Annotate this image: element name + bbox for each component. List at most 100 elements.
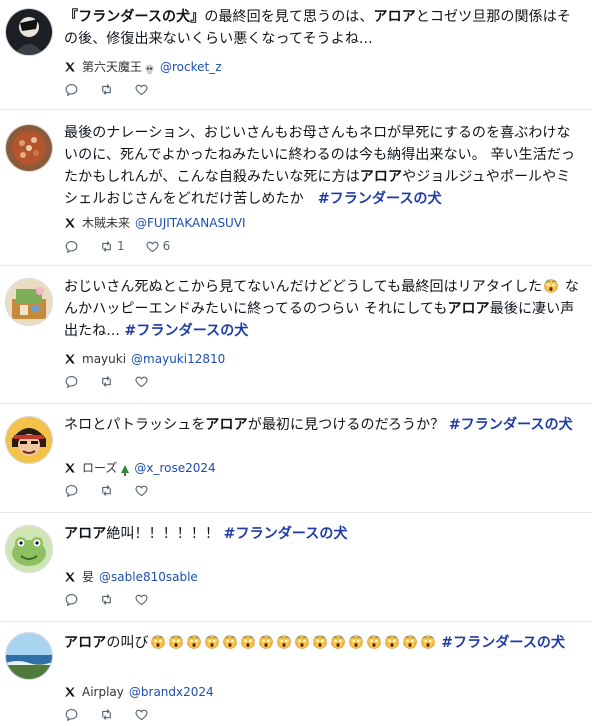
post-author[interactable]: mayuki @mayuki12810 xyxy=(64,350,225,368)
post-item[interactable]: ネロとパトラッシュをアロアが最初に見つけるのだろうか？ #フランダースの犬 ロー… xyxy=(0,404,592,512)
repost-icon xyxy=(99,707,114,722)
highlighted-text: アロア xyxy=(64,635,107,651)
screaming-face-emoji-icon xyxy=(168,635,183,649)
reply-button[interactable] xyxy=(64,374,79,389)
repost-button[interactable] xyxy=(99,707,114,722)
like-button[interactable] xyxy=(134,82,149,97)
author-handle[interactable]: @brandx2024 xyxy=(129,683,214,701)
post-author[interactable]: 第六天魔王 @rocket_z xyxy=(64,58,222,76)
screaming-face-emoji-icon xyxy=(204,635,219,649)
author-name: mayuki xyxy=(82,352,127,366)
avatar[interactable] xyxy=(5,416,53,464)
x-logo-icon xyxy=(64,462,76,474)
hashtag-link[interactable]: #フランダースの犬 xyxy=(449,417,573,433)
highlighted-text: アロア xyxy=(373,9,416,25)
x-logo-icon xyxy=(64,217,76,229)
like-button[interactable] xyxy=(134,707,149,722)
reply-button[interactable] xyxy=(64,82,79,97)
heart-icon xyxy=(134,374,149,389)
avatar[interactable] xyxy=(5,632,53,680)
screaming-face-emoji-icon xyxy=(222,635,237,649)
hashtag-link[interactable]: #フランダースの犬 xyxy=(441,635,565,651)
heart-icon xyxy=(134,707,149,722)
like-button[interactable] xyxy=(134,483,149,498)
heart-icon xyxy=(134,82,149,97)
repost-button[interactable] xyxy=(99,374,114,389)
post-author[interactable]: 木賊未来 @FUJITAKANASUVI xyxy=(64,214,246,232)
reply-button[interactable] xyxy=(64,239,79,254)
repost-icon xyxy=(99,374,114,389)
heart-icon xyxy=(145,239,160,254)
reply-button[interactable] xyxy=(64,592,79,607)
screaming-face-emoji-icon xyxy=(312,635,327,649)
highlighted-text: 『フランダースの犬』 xyxy=(64,9,205,25)
post-text: 最後のナレーション、おじいさんもお母さんもネロが早死にするのを喜ぶわけないのに、… xyxy=(64,122,584,210)
hashtag-link[interactable]: #フランダースの犬 xyxy=(125,323,249,339)
avatar[interactable] xyxy=(5,124,53,172)
post-author[interactable]: Airplay @brandx2024 xyxy=(64,683,214,701)
screaming-face-emoji-icon xyxy=(402,635,417,649)
avatar[interactable] xyxy=(5,8,53,56)
author-handle[interactable]: @FUJITAKANASUVI xyxy=(135,214,246,232)
repost-button[interactable] xyxy=(99,483,114,498)
post-item[interactable]: 最後のナレーション、おじいさんもお母さんもネロが早死にするのを喜ぶわけないのに、… xyxy=(0,110,592,264)
author-handle[interactable]: @x_rose2024 xyxy=(134,459,215,477)
text-segment: おじいさん死ぬとこから見てないんだけどどうしても最終回はリアタイした xyxy=(64,279,543,295)
screaming-face-emoji-icon xyxy=(544,279,559,293)
text-segment: の叫び xyxy=(106,635,149,651)
reply-button[interactable] xyxy=(64,707,79,722)
author-name: Airplay xyxy=(82,685,124,699)
x-logo-icon xyxy=(64,353,76,365)
hashtag-link[interactable]: #フランダースの犬 xyxy=(224,526,348,542)
repost-count: 1 xyxy=(117,239,125,253)
post-item[interactable]: 『フランダースの犬』の最終回を見て思うのは、アロアとコゼツ旦那の関係はその後、修… xyxy=(0,0,592,108)
reply-icon xyxy=(64,592,79,607)
author-handle[interactable]: @mayuki12810 xyxy=(131,350,225,368)
like-count: 6 xyxy=(162,239,171,253)
author-name: 木賊未来 xyxy=(82,216,131,230)
screaming-face-emoji-icon xyxy=(276,635,291,649)
screaming-face-emoji-icon xyxy=(150,635,165,649)
reply-icon xyxy=(64,483,79,498)
x-logo-icon xyxy=(64,686,76,698)
reply-icon xyxy=(64,374,79,389)
reply-button[interactable] xyxy=(64,483,79,498)
like-button[interactable] xyxy=(134,592,149,607)
repost-icon xyxy=(99,592,114,607)
post-item[interactable]: アロア絶叫！！！！！！ #フランダースの犬 妟 @sable810sable xyxy=(0,513,592,621)
post-author[interactable]: 妟 @sable810sable xyxy=(64,568,198,586)
avatar[interactable] xyxy=(5,525,53,573)
like-button[interactable]: 6 xyxy=(145,239,171,254)
like-button[interactable] xyxy=(134,374,149,389)
post-text: アロアの叫び #フランダースの犬 xyxy=(64,632,584,654)
repost-icon xyxy=(99,239,114,254)
repost-icon xyxy=(99,82,114,97)
screaming-face-emoji-icon xyxy=(420,635,435,649)
hashtag-link[interactable]: #フランダースの犬 xyxy=(318,191,442,207)
screaming-face-emoji-icon xyxy=(294,635,309,649)
repost-button[interactable] xyxy=(99,592,114,607)
author-name: 妟 xyxy=(82,570,95,584)
reply-icon xyxy=(64,707,79,722)
post-author[interactable]: ローズ @x_rose2024 xyxy=(64,459,216,477)
post-item[interactable]: おじいさん死ぬとこから見てないんだけどどうしても最終回はリアタイした なんかハッ… xyxy=(0,266,592,402)
author-name: 第六天魔王 xyxy=(82,60,143,74)
author-handle[interactable]: @rocket_z xyxy=(160,58,222,76)
highlighted-text: アロア xyxy=(205,417,248,433)
post-item[interactable]: アロアの叫び #フランダースの犬 Airplay @brandx2024 xyxy=(0,622,592,726)
repost-button[interactable]: 1 xyxy=(99,239,125,254)
skull-emoji-icon xyxy=(144,62,155,74)
author-handle[interactable]: @sable810sable xyxy=(99,568,198,586)
screaming-face-emoji-icon xyxy=(258,635,273,649)
reply-icon xyxy=(64,82,79,97)
repost-icon xyxy=(99,483,114,498)
post-text: おじいさん死ぬとこから見てないんだけどどうしても最終回はリアタイした なんかハッ… xyxy=(64,276,584,342)
repost-button[interactable] xyxy=(99,82,114,97)
post-text: ネロとパトラッシュをアロアが最初に見つけるのだろうか？ #フランダースの犬 xyxy=(64,414,584,436)
reply-icon xyxy=(64,239,79,254)
post-text: アロア絶叫！！！！！！ #フランダースの犬 xyxy=(64,523,584,545)
author-name: ローズ xyxy=(82,461,118,475)
screaming-face-emoji-icon xyxy=(240,635,255,649)
avatar[interactable] xyxy=(5,278,53,326)
heart-icon xyxy=(134,483,149,498)
